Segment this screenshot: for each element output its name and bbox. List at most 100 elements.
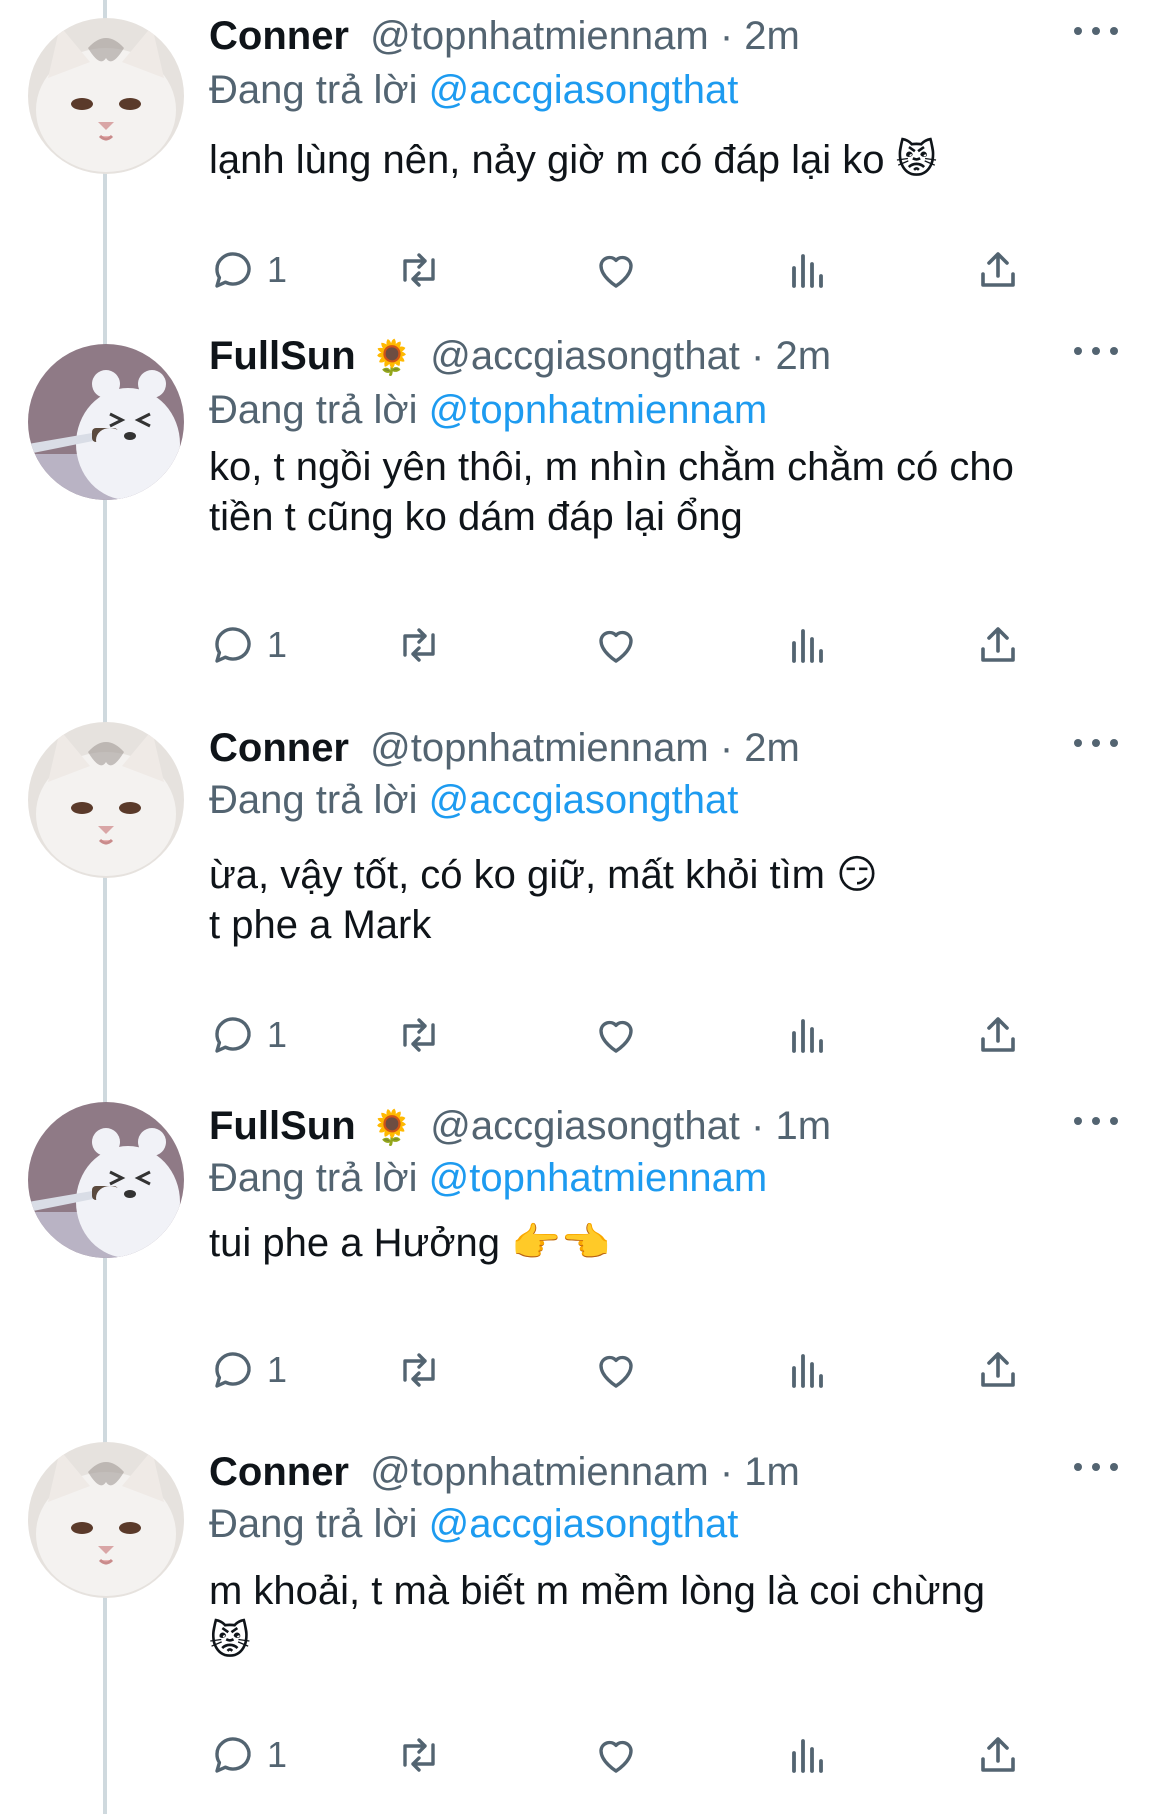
retweet-button[interactable] [395,1340,443,1400]
views-chart-icon [792,629,823,663]
share-button[interactable] [974,1340,1022,1400]
share-button[interactable] [974,1005,1022,1065]
share-button[interactable] [974,615,1022,675]
retweet-icon [403,1738,435,1772]
reply-icon [215,252,251,288]
display-name[interactable]: Conner [209,14,349,58]
tweet-text: tui phe a Hưởng 👉👈 [209,1221,611,1265]
separator-dot: · [751,334,765,378]
display-name[interactable]: FullSun [209,334,356,378]
share-icon [981,1352,1015,1387]
share-button[interactable] [974,240,1022,300]
like-button[interactable] [592,1005,640,1065]
replying-to: Đang trả lời @accgiasongthat [209,776,738,824]
tweet-header: FullSun 🌻 @accgiasongthat · 2m [209,332,831,382]
retweet-button[interactable] [395,240,443,300]
views-button[interactable] [784,1340,832,1400]
views-chart-icon [792,1354,823,1388]
replying-prefix: Đang trả lời [209,388,418,432]
display-name[interactable]: FullSun [209,1104,356,1148]
reply-button[interactable]: 1 [209,1725,287,1785]
mention-link[interactable]: @accgiasongthat [429,1502,739,1546]
heart-icon [599,255,633,288]
retweet-button[interactable] [395,1005,443,1065]
separator-dot: · [719,726,734,770]
mention-link[interactable]: @accgiasongthat [429,68,739,112]
timestamp[interactable]: 2m [744,14,800,58]
reply-icon [215,1017,251,1053]
reply-icon [215,1737,251,1773]
reply-count: 1 [267,1349,288,1390]
replying-prefix: Đang trả lời [209,778,418,822]
more-options-icon[interactable] [1074,16,1118,46]
reply-count: 1 [267,624,288,665]
retweet-button[interactable] [395,615,443,675]
views-chart-icon [792,1019,823,1053]
avatar[interactable] [28,18,184,174]
avatar[interactable] [28,1102,184,1258]
separator-dot: · [719,1450,734,1494]
replying-prefix: Đang trả lời [209,1502,418,1546]
mention-link[interactable]: @topnhatmiennam [429,388,768,432]
reply-count: 1 [267,1014,288,1055]
tweet-text: m khoải, t mà biết m mềm lòng là coi chừ… [209,1569,985,1663]
reply-icon [215,627,251,663]
timestamp[interactable]: 1m [744,1450,800,1494]
heart-icon [599,1355,633,1388]
tweet-thread: Conner @topnhatmiennam · 2m Đang trả lời… [0,0,1170,1814]
action-bar: 1 [209,1005,1029,1065]
share-button[interactable] [974,1725,1022,1785]
share-icon [981,627,1015,662]
action-bar: 1 [209,615,1029,675]
reply-button[interactable]: 1 [209,1005,287,1065]
share-icon [981,1737,1015,1772]
user-handle[interactable]: @accgiasongthat [430,334,740,378]
reply-button[interactable]: 1 [209,615,287,675]
like-button[interactable] [592,240,640,300]
like-button[interactable] [592,1725,640,1785]
views-button[interactable] [784,1725,832,1785]
name-emoji: 🌻 [370,1109,414,1147]
avatar[interactable] [28,722,184,878]
reply-button[interactable]: 1 [209,1340,287,1400]
views-chart-icon [792,1739,823,1773]
retweet-button[interactable] [395,1725,443,1785]
user-handle[interactable]: @accgiasongthat [430,1104,740,1148]
tweet-text: ko, t ngồi yên thôi, m nhìn chằm chằm có… [209,445,1014,539]
heart-icon [599,630,633,663]
views-button[interactable] [784,615,832,675]
timestamp[interactable]: 1m [776,1104,832,1148]
display-name[interactable]: Conner [209,1450,349,1494]
user-handle[interactable]: @topnhatmiennam [370,1450,709,1494]
display-name[interactable]: Conner [209,726,349,770]
bear-with-knife-avatar-icon [28,344,184,500]
tweet-header: FullSun 🌻 @accgiasongthat · 1m [209,1102,831,1152]
mention-link[interactable]: @topnhatmiennam [429,1156,768,1200]
retweet-icon [403,628,435,662]
white-cat-avatar-icon [28,18,184,174]
like-button[interactable] [592,1340,640,1400]
timestamp[interactable]: 2m [776,334,832,378]
like-button[interactable] [592,615,640,675]
more-options-icon[interactable] [1074,1106,1118,1136]
avatar[interactable] [28,1442,184,1598]
name-emoji: 🌻 [370,339,414,377]
action-bar: 1 [209,240,1029,300]
separator-dot: · [751,1104,765,1148]
avatar[interactable] [28,344,184,500]
views-button[interactable] [784,240,832,300]
timestamp[interactable]: 2m [744,726,800,770]
views-button[interactable] [784,1005,832,1065]
more-options-icon[interactable] [1074,728,1118,758]
bear-with-knife-avatar-icon [28,1102,184,1258]
tweet-header: Conner @topnhatmiennam · 1m [209,1448,800,1498]
more-options-icon[interactable] [1074,1452,1118,1482]
reply-button[interactable]: 1 [209,240,287,300]
user-handle[interactable]: @topnhatmiennam [370,726,709,770]
replying-prefix: Đang trả lời [209,1156,418,1200]
user-handle[interactable]: @topnhatmiennam [370,14,709,58]
mention-link[interactable]: @accgiasongthat [429,778,739,822]
more-options-icon[interactable] [1074,336,1118,366]
replying-to: Đang trả lời @accgiasongthat [209,66,738,114]
heart-icon [599,1740,633,1773]
